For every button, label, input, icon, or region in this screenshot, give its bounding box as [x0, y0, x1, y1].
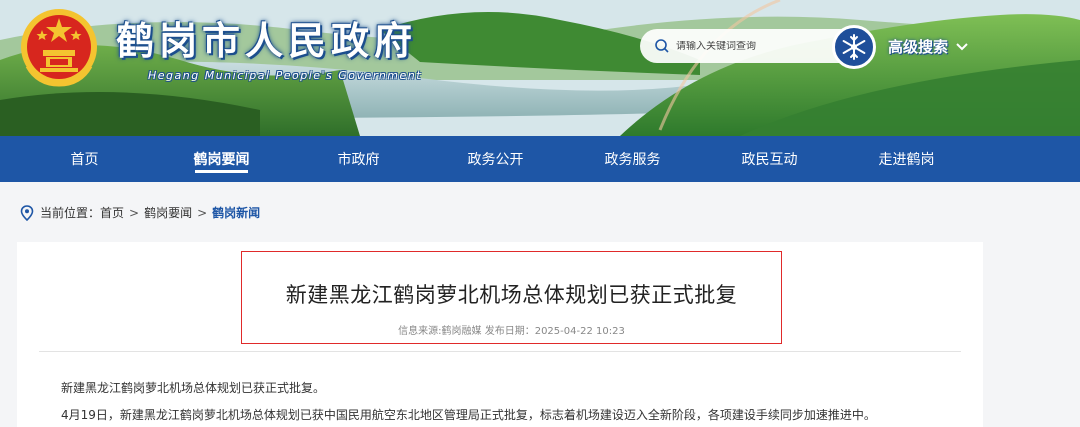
breadcrumb-separator: >	[197, 205, 208, 220]
divider	[39, 351, 961, 352]
article-paragraph: 新建黑龙江鹤岗萝北机场总体规划已获正式批复。	[61, 381, 326, 395]
chevron-down-icon	[956, 42, 968, 50]
breadcrumb-home-link[interactable]: 首页	[100, 204, 124, 221]
nav-item-government-affairs-public[interactable]: 政务公开	[427, 136, 564, 182]
site-subtitle: Hegang Municipal People's Government	[148, 69, 423, 82]
search-button[interactable]	[832, 25, 876, 69]
nav-item-home[interactable]: 首页	[16, 136, 153, 182]
search-input[interactable]	[676, 40, 826, 52]
search-box	[640, 29, 862, 63]
nav-item-public-interaction[interactable]: 政民互动	[701, 136, 838, 182]
advanced-search-button[interactable]: 高级搜索	[888, 36, 968, 57]
article-paragraph: 4月19日，新建黑龙江鹤岗萝北机场总体规划已获中国民用航空东北地区管理局正式批复…	[61, 408, 876, 422]
breadcrumb: 当前位置： 首页 > 鹤岗要闻 > 鹤岗新闻	[20, 204, 260, 221]
nav-item-about-hegang[interactable]: 走进鹤岗	[838, 136, 975, 182]
site-title: 鹤岗市人民政府	[116, 18, 418, 63]
location-pin-icon	[20, 204, 34, 221]
national-emblem-icon	[21, 9, 97, 87]
nav-item-government-services[interactable]: 政务服务	[564, 136, 701, 182]
header-banner: 鹤岗市人民政府 Hegang Municipal People's Govern…	[0, 0, 1080, 136]
nav-item-hegang-news[interactable]: 鹤岗要闻	[153, 136, 290, 182]
breadcrumb-current-link[interactable]: 鹤岗新闻	[212, 204, 260, 221]
advanced-search-label: 高级搜索	[888, 38, 949, 56]
breadcrumb-separator: >	[129, 205, 140, 220]
breadcrumb-hegang-news-link[interactable]: 鹤岗要闻	[144, 204, 192, 221]
article-meta: 信息来源:鹤岗融媒 发布日期：2025-04-22 10:23	[398, 326, 625, 337]
nav-item-city-government[interactable]: 市政府	[290, 136, 427, 182]
search-icon	[655, 39, 669, 53]
snowflake-icon	[842, 34, 866, 60]
main-nav: 首页 鹤岗要闻 市政府 政务公开 政务服务 政民互动 走进鹤岗	[0, 136, 1080, 182]
breadcrumb-prefix: 当前位置：	[40, 206, 101, 220]
article-header-highlight: 新建黑龙江鹤岗萝北机场总体规划已获正式批复 信息来源:鹤岗融媒 发布日期：202…	[241, 251, 782, 344]
article-title: 新建黑龙江鹤岗萝北机场总体规划已获正式批复	[285, 283, 738, 307]
article-container: 新建黑龙江鹤岗萝北机场总体规划已获正式批复 信息来源:鹤岗融媒 发布日期：202…	[17, 242, 983, 427]
